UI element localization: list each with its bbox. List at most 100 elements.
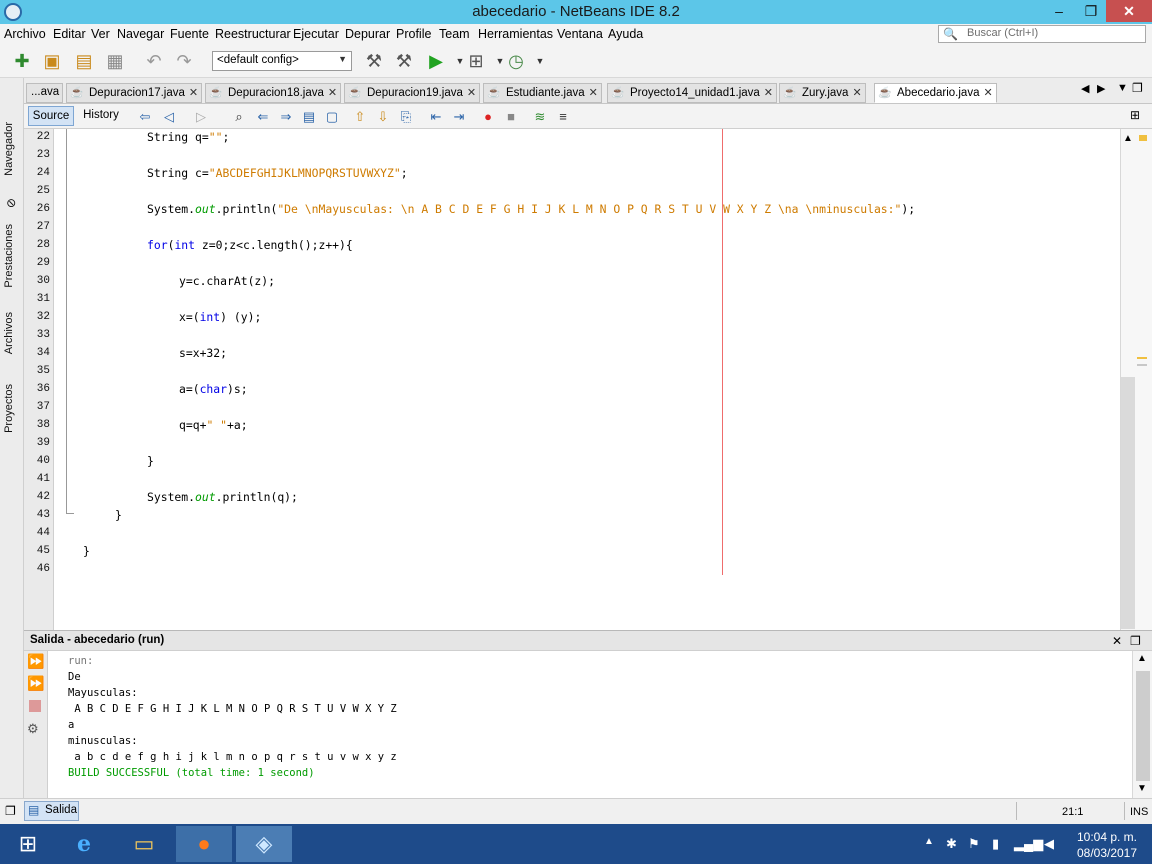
side-tab-prestaciones[interactable]: Prestaciones	[3, 224, 15, 288]
close-tab-icon[interactable]: ✕	[467, 87, 476, 99]
search-box[interactable]: 🔍 Buscar (Ctrl+I)	[938, 25, 1146, 43]
menu-herramientas[interactable]: Herramientas	[478, 27, 553, 41]
open-project-icon[interactable]: ▤	[72, 50, 96, 72]
uncomment-icon[interactable]: ≡	[554, 108, 572, 125]
tab-abecedario[interactable]: ☕ Abecedario.java ✕	[874, 83, 997, 103]
menu-editar[interactable]: Editar	[53, 27, 86, 41]
shift-left-icon[interactable]: ⇤	[427, 108, 445, 125]
tab-scroll-right-icon[interactable]: ▶	[1097, 82, 1105, 95]
tab-list-icon[interactable]: ▼	[1117, 82, 1128, 94]
output-scrollbar[interactable]: ▲ ▼	[1132, 651, 1152, 798]
menu-ejecutar[interactable]: Ejecutar	[293, 27, 339, 41]
last-edit-icon[interactable]: ⇦	[136, 108, 154, 125]
bluetooth-icon[interactable]: ✱	[946, 836, 957, 852]
profile-icon[interactable]: ◷	[504, 50, 528, 72]
editor-scrollbar[interactable]: ▲	[1120, 129, 1152, 630]
history-view-button[interactable]: History	[78, 106, 124, 126]
close-tab-icon[interactable]: ✕	[189, 87, 198, 99]
menu-fuente[interactable]: Fuente	[170, 27, 209, 41]
previous-bookmark-icon[interactable]: ⇧	[351, 108, 369, 125]
menu-navegar[interactable]: Navegar	[117, 27, 164, 41]
show-hidden-icons[interactable]: ▲	[924, 836, 934, 847]
close-tab-icon[interactable]: ✕	[852, 87, 861, 99]
run-icon[interactable]: ▶	[424, 50, 448, 72]
internet-explorer-icon[interactable]: e	[56, 826, 112, 862]
start-macro-icon[interactable]: ●	[479, 108, 497, 125]
network-warning-icon[interactable]: ⚑	[968, 836, 980, 852]
tab-depuracion19[interactable]: ☕ Depuracion19.java ✕	[344, 83, 481, 103]
side-tab-navegador[interactable]: Navegador	[3, 122, 15, 176]
undo-icon[interactable]: ↶	[142, 50, 166, 72]
clean-build-icon[interactable]: ⚒	[392, 50, 416, 72]
config-select[interactable]: <default config> ▼	[212, 51, 352, 71]
scrollbar-thumb[interactable]	[1136, 671, 1150, 781]
close-window-button[interactable]: ✕	[1106, 0, 1152, 22]
error-stripe-mark[interactable]	[1137, 364, 1147, 366]
error-stripe-mark[interactable]	[1137, 357, 1147, 359]
close-tab-icon[interactable]: ✕	[983, 87, 992, 99]
taskbar-clock[interactable]: 10:04 p. m. 08/03/2017	[1068, 829, 1146, 861]
profile-dropdown-icon[interactable]: ▼	[528, 50, 552, 72]
salida-tab[interactable]: ▤ Salida	[24, 801, 79, 821]
side-tab-proyectos[interactable]: Proyectos	[3, 384, 15, 433]
toggle-rect-selection-icon[interactable]: ▢	[323, 108, 341, 125]
find-next-icon[interactable]: ⇒	[277, 108, 295, 125]
volume-icon[interactable]: ◀	[1044, 836, 1054, 852]
firefox-icon[interactable]: ●	[176, 826, 232, 862]
menu-depurar[interactable]: Depurar	[345, 27, 390, 41]
new-project-icon[interactable]: ▣	[40, 50, 64, 72]
debug-icon[interactable]: ⊞	[464, 50, 488, 72]
tab-zury[interactable]: ☕ Zury.java ✕	[779, 83, 866, 103]
redo-icon[interactable]: ↷	[172, 50, 196, 72]
start-button-icon[interactable]: ⊞	[0, 826, 56, 862]
scrollbar-thumb[interactable]	[1121, 377, 1135, 629]
toggle-highlight-icon[interactable]: ▤	[300, 108, 318, 125]
next-bookmark-icon[interactable]: ⇩	[374, 108, 392, 125]
tab-depuracion17[interactable]: ☕ Depuracion17.java ✕	[66, 83, 203, 103]
tab-proyecto14-unidad1[interactable]: ☕ Proyecto14_unidad1.java ✕	[607, 83, 778, 103]
settings-icon[interactable]: ⚙	[27, 721, 39, 737]
split-editor-icon[interactable]: ⊞	[1130, 108, 1140, 122]
close-tab-icon[interactable]: ✕	[328, 87, 337, 99]
rerun-modified-icon[interactable]: ⏩	[27, 675, 44, 692]
scroll-up-icon[interactable]: ▲	[1137, 653, 1147, 664]
forward-icon[interactable]: ▷	[192, 108, 210, 125]
menu-ayuda[interactable]: Ayuda	[608, 27, 643, 41]
stop-icon[interactable]	[29, 700, 41, 712]
find-icon[interactable]: ⌕	[230, 108, 248, 125]
find-previous-icon[interactable]: ⇐	[254, 108, 272, 125]
close-tab-icon[interactable]: ✕	[764, 87, 773, 99]
close-output-icon[interactable]: ✕	[1112, 634, 1122, 648]
tab-scroll-left-icon[interactable]: ◀	[1081, 82, 1089, 95]
tab-file-truncated[interactable]: ...ava	[26, 83, 64, 103]
source-view-button[interactable]: Source	[28, 106, 74, 126]
comment-icon[interactable]: ≋	[531, 108, 549, 125]
build-icon[interactable]: ⚒	[362, 50, 386, 72]
new-file-icon[interactable]: ✚	[10, 50, 34, 72]
scroll-up-icon[interactable]: ▲	[1123, 133, 1133, 144]
back-icon[interactable]: ◁	[160, 108, 178, 125]
restore-editor-icon[interactable]: ❐	[1132, 81, 1143, 95]
shift-right-icon[interactable]: ⇥	[450, 108, 468, 125]
menu-reestructurar[interactable]: Reestructurar	[215, 27, 291, 41]
netbeans-taskbar-icon[interactable]: ◈	[236, 826, 292, 862]
menu-ver[interactable]: Ver	[91, 27, 110, 41]
menu-team[interactable]: Team	[439, 27, 470, 41]
battery-icon[interactable]: ▮	[992, 836, 999, 852]
rerun-icon[interactable]: ⏩	[27, 653, 44, 670]
menu-archivo[interactable]: Archivo	[4, 27, 46, 41]
file-explorer-icon[interactable]: ▭	[116, 826, 172, 862]
tab-depuracion18[interactable]: ☕ Depuracion18.java ✕	[205, 83, 342, 103]
menu-ventana[interactable]: Ventana	[557, 27, 603, 41]
close-tab-icon[interactable]: ✕	[589, 87, 598, 99]
maximize-button[interactable]: ❐	[1076, 0, 1106, 22]
side-tab-archivos[interactable]: Archivos	[3, 312, 15, 354]
stop-macro-icon[interactable]: ■	[502, 108, 520, 125]
menu-profile[interactable]: Profile	[396, 27, 431, 41]
restore-panel-icon[interactable]: ❐	[5, 804, 16, 818]
tab-estudiante[interactable]: ☕ Estudiante.java ✕	[483, 83, 602, 103]
scroll-down-icon[interactable]: ▼	[1137, 783, 1147, 794]
save-all-icon[interactable]: ▦	[103, 50, 127, 72]
minimize-button[interactable]: –	[1044, 0, 1074, 22]
signal-icon[interactable]: ▂▄▆	[1014, 836, 1043, 852]
